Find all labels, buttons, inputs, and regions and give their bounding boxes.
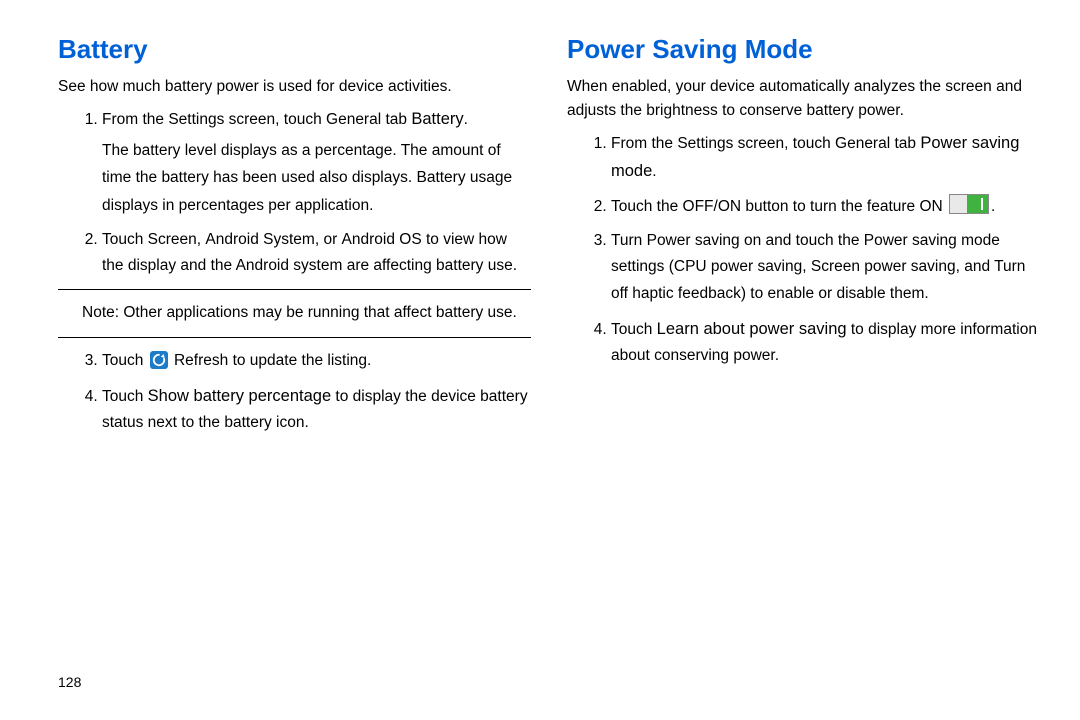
page-number: 128	[58, 674, 81, 690]
left-column: Battery See how much battery power is us…	[58, 34, 531, 700]
text: screen, touch	[224, 111, 326, 128]
text: Touch the	[611, 198, 683, 215]
text: Touch	[102, 388, 148, 405]
text: tab	[381, 111, 407, 128]
refresh-label: Refresh	[170, 352, 229, 369]
psm-step-1: From the Settings screen, touch General …	[611, 129, 1040, 186]
text: , or	[315, 231, 342, 248]
learn-about-power-saving-option: Learn about power saving	[657, 320, 847, 338]
on-label: ON	[919, 198, 942, 215]
text: tab	[890, 135, 916, 152]
text: From the	[102, 111, 168, 128]
text: to update the listing.	[228, 352, 371, 369]
heading-battery: Battery	[58, 34, 531, 65]
on-toggle-icon	[949, 194, 989, 214]
battery-steps-continued: Touch Refresh to update the listing. Tou…	[58, 348, 531, 437]
text: .	[652, 163, 656, 180]
right-column: Power Saving Mode When enabled, your dev…	[567, 34, 1040, 700]
battery-intro: See how much battery power is used for d…	[58, 75, 531, 99]
power-saving-steps: From the Settings screen, touch General …	[567, 129, 1040, 370]
battery-step-3: Touch Refresh to update the listing.	[102, 348, 531, 374]
battery-step-1: From the Settings screen, touch General …	[102, 105, 531, 219]
power-saving-intro: When enabled, your device automatically …	[567, 75, 1040, 123]
settings-label: Settings	[168, 111, 224, 128]
note-text: Other applications may be running that a…	[119, 304, 517, 321]
settings-label: Settings	[677, 135, 733, 152]
battery-step-2: Touch Screen, Android System, or Android…	[102, 227, 531, 280]
psm-step-4: Touch Learn about power saving to displa…	[611, 315, 1040, 370]
text: Touch	[611, 321, 657, 338]
divider	[58, 337, 531, 338]
show-battery-percentage-option: Show battery percentage	[148, 387, 331, 405]
general-label: General	[835, 135, 890, 152]
text: Turn Power saving on and touch the Power…	[611, 232, 1025, 302]
text: screen, touch	[733, 135, 835, 152]
psm-step-2: Touch the OFF/ON button to turn the feat…	[611, 194, 1040, 220]
off-on-label: OFF/ON	[683, 198, 742, 215]
note-label: Note:	[82, 304, 119, 321]
general-label: General	[326, 111, 381, 128]
screen-label: Screen	[148, 231, 197, 248]
battery-note: Note: Other applications may be running …	[58, 300, 531, 326]
manual-page: Battery See how much battery power is us…	[0, 0, 1080, 720]
refresh-icon	[150, 351, 168, 369]
text: Touch	[102, 352, 148, 369]
text: From the	[611, 135, 677, 152]
battery-option: Battery	[411, 110, 463, 128]
battery-steps: From the Settings screen, touch General …	[58, 105, 531, 279]
text: .	[991, 198, 995, 215]
android-os-label: Android OS	[342, 231, 422, 248]
android-system-label: Android System	[205, 231, 314, 248]
text: Touch	[102, 231, 148, 248]
text: .	[464, 111, 468, 128]
divider	[58, 289, 531, 290]
battery-step-4: Touch Show battery percentage to display…	[102, 382, 531, 437]
psm-step-3: Turn Power saving on and touch the Power…	[611, 228, 1040, 307]
text: button to turn the feature	[741, 198, 919, 215]
battery-step-1-detail: The battery level displays as a percenta…	[102, 137, 529, 218]
heading-power-saving: Power Saving Mode	[567, 34, 1040, 65]
